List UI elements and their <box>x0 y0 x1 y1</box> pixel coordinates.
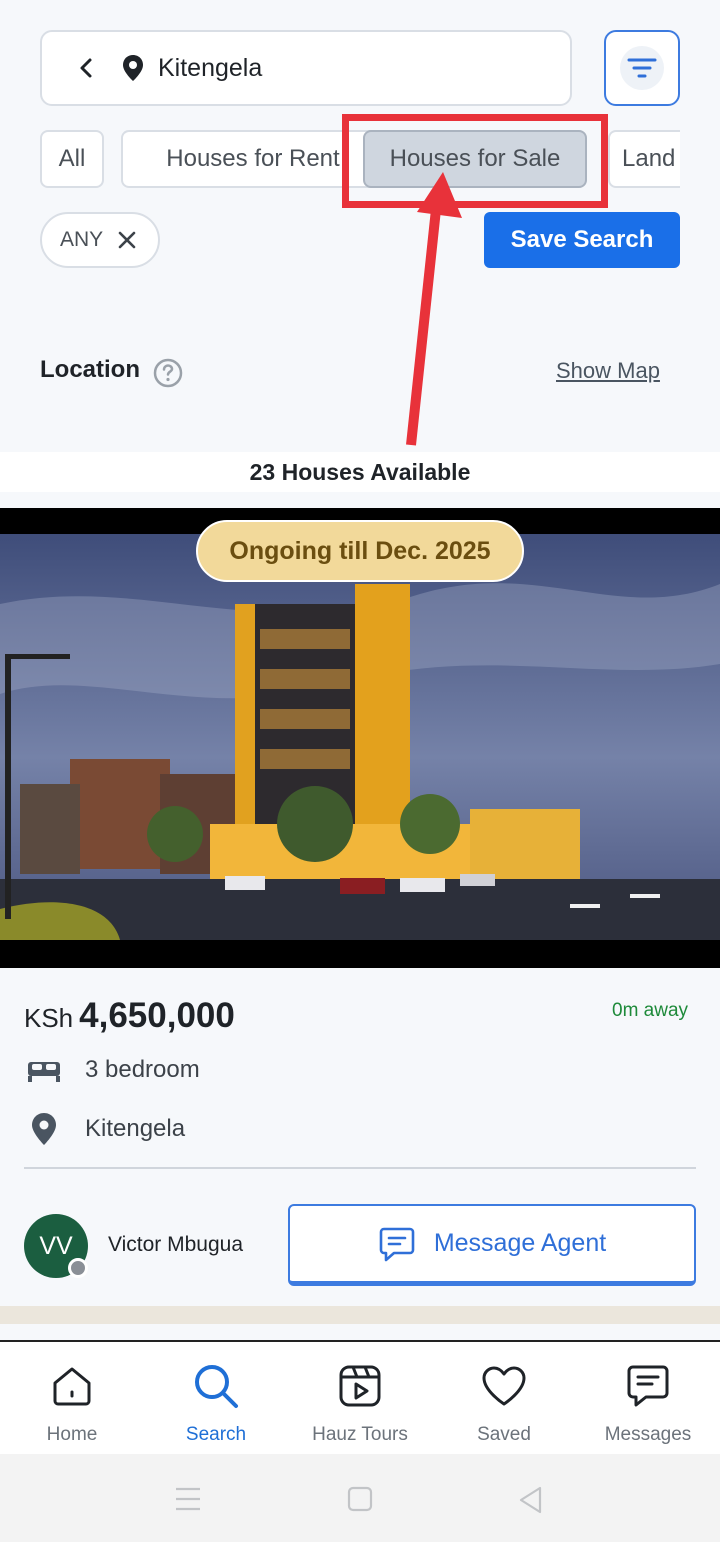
search-location-text: Kitengela <box>158 53 263 82</box>
heart-icon <box>481 1362 527 1410</box>
tab-saved[interactable]: Saved <box>432 1342 576 1454</box>
tab-search-label: Search <box>185 1424 247 1445</box>
play-icon <box>338 1362 382 1410</box>
listing-price: KSh 4,650,000 <box>24 996 235 1036</box>
card-divider <box>24 1167 696 1169</box>
location-pin-icon <box>118 53 148 83</box>
message-icon <box>378 1225 416 1263</box>
active-filter-label: ANY <box>60 228 104 251</box>
location-text: Kitengela <box>85 1115 186 1142</box>
help-icon[interactable] <box>152 357 184 389</box>
menu-icon[interactable] <box>174 1486 202 1512</box>
back-triangle-icon[interactable] <box>518 1486 544 1514</box>
highlight-annotation-box <box>342 114 608 208</box>
show-map-link[interactable]: Show Map <box>556 358 660 384</box>
tab-hauz-tours[interactable]: Hauz Tours <box>288 1342 432 1454</box>
results-count: 23 Houses Available <box>0 452 720 492</box>
message-agent-button[interactable]: Message Agent <box>288 1204 696 1286</box>
bedrooms-row: 3 bedroom <box>24 1056 200 1084</box>
chip-land[interactable]: Land <box>608 130 680 188</box>
search-icon <box>192 1362 240 1410</box>
home-square-icon[interactable] <box>347 1486 373 1512</box>
tab-search[interactable]: Search <box>144 1342 288 1454</box>
active-filter-chip[interactable]: ANY <box>40 212 160 268</box>
next-card-peek <box>0 1306 720 1324</box>
chip-all[interactable]: All <box>40 130 104 188</box>
back-button[interactable] <box>56 38 116 98</box>
price-amount: 4,650,000 <box>79 996 235 1035</box>
agent-name[interactable]: Victor Mbugua <box>108 1233 243 1257</box>
location-search-bar[interactable]: Kitengela <box>40 30 572 106</box>
bedrooms-text: 3 bedroom <box>85 1056 200 1083</box>
chevron-left-icon <box>80 58 92 78</box>
tab-saved-label: Saved <box>477 1424 531 1445</box>
agent-status-dot <box>68 1258 88 1278</box>
tab-home-label: Home <box>46 1424 98 1445</box>
status-badge: Ongoing till Dec. 2025 <box>196 520 524 582</box>
system-navigation-bar <box>0 1454 720 1542</box>
home-icon <box>50 1362 94 1410</box>
location-row: Kitengela <box>24 1112 185 1146</box>
tab-messages[interactable]: Messages <box>576 1342 720 1454</box>
distance-label: 0m away <box>612 1000 689 1021</box>
building-illustration <box>0 534 720 940</box>
location-label: Location <box>40 356 140 383</box>
bed-icon <box>24 1056 64 1084</box>
price-currency: KSh <box>24 1003 74 1033</box>
tab-home[interactable]: Home <box>0 1342 144 1454</box>
filter-icon <box>627 58 657 78</box>
tab-messages-label: Messages <box>604 1424 692 1445</box>
close-icon[interactable] <box>117 230 137 250</box>
message-icon <box>626 1362 670 1410</box>
location-pin-icon <box>24 1112 64 1146</box>
message-agent-label: Message Agent <box>433 1229 607 1257</box>
tab-hauz-tours-label: Hauz Tours <box>312 1424 408 1445</box>
bottom-tab-bar: Home Search Hauz Tours Saved Messages <box>0 1340 720 1454</box>
filter-button[interactable] <box>604 30 680 106</box>
save-search-button[interactable]: Save Search <box>484 212 680 268</box>
